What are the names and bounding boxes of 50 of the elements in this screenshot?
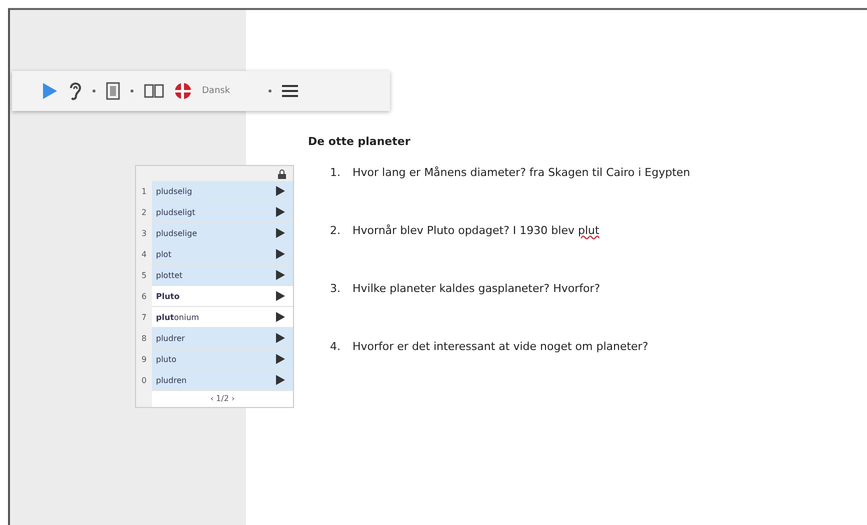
document-icon[interactable] bbox=[106, 82, 120, 100]
flag-icon[interactable] bbox=[174, 82, 192, 100]
play-icon[interactable] bbox=[276, 312, 285, 322]
question-text: Hvorfor er det interessant at vide noget om planeter? bbox=[352, 340, 648, 355]
menu-icon[interactable] bbox=[282, 84, 298, 98]
page-navigator[interactable]: ‹ 1/2 › bbox=[152, 391, 293, 407]
question-text: Hvor lang er Månens diameter? fra Skagen til Cairo i Egypten bbox=[352, 166, 690, 181]
shortcut-number: 4 bbox=[140, 249, 148, 261]
shortcut-number: 5 bbox=[140, 270, 148, 282]
language-label[interactable]: Dansk bbox=[202, 86, 258, 96]
shortcut-number: 7 bbox=[140, 312, 148, 324]
word-suggestion[interactable]: pludseligt bbox=[152, 202, 293, 223]
shortcut-number: 2 bbox=[140, 207, 148, 219]
list-number: 3. bbox=[330, 282, 340, 297]
book-icon[interactable] bbox=[144, 83, 164, 99]
word-suggestion[interactable]: plot bbox=[152, 244, 293, 265]
dropdown-icon[interactable] bbox=[268, 89, 272, 93]
shortcut-number: 1 bbox=[140, 186, 148, 198]
shortcut-number: 9 bbox=[140, 354, 148, 366]
dropdown-icon[interactable] bbox=[92, 89, 96, 93]
play-icon[interactable] bbox=[276, 375, 285, 385]
word-suggestion[interactable]: Pluto bbox=[152, 286, 293, 307]
play-icon[interactable] bbox=[276, 249, 285, 259]
shortcut-number: 3 bbox=[140, 228, 148, 240]
question-text: Hvornår blev Pluto opdaget? I 1930 blev plut bbox=[352, 224, 600, 239]
word-suggestion[interactable]: pludselig bbox=[152, 181, 293, 202]
word-suggestion[interactable]: pludselige bbox=[152, 223, 293, 244]
word-suggestion[interactable]: pludrer bbox=[152, 328, 293, 349]
play-icon[interactable] bbox=[276, 291, 285, 301]
ear-icon[interactable] bbox=[68, 81, 82, 101]
play-icon[interactable] bbox=[276, 186, 285, 196]
shortcut-number: 0 bbox=[140, 375, 148, 387]
play-icon[interactable] bbox=[276, 333, 285, 343]
word-suggestion[interactable]: pludren bbox=[152, 370, 293, 391]
play-icon[interactable] bbox=[276, 228, 285, 238]
play-icon[interactable] bbox=[276, 207, 285, 217]
word-suggestion[interactable]: pluto bbox=[152, 349, 293, 370]
question-text: Hvilke planeter kaldes gasplaneter? Hvorfor? bbox=[352, 282, 600, 297]
list-number: 1. bbox=[330, 166, 340, 181]
play-icon[interactable] bbox=[276, 354, 285, 364]
word-suggestion[interactable]: plutonium bbox=[152, 307, 293, 328]
list-number: 4. bbox=[330, 340, 340, 355]
shortcut-number: 8 bbox=[140, 333, 148, 345]
play-icon[interactable] bbox=[276, 270, 285, 280]
document-title: De otte planeter bbox=[308, 135, 412, 148]
dropdown-icon[interactable] bbox=[130, 89, 134, 93]
shortcut-number: 6 bbox=[140, 291, 148, 303]
word-suggestion[interactable]: plottet bbox=[152, 265, 293, 286]
lock-icon[interactable] bbox=[277, 168, 287, 178]
list-number: 2. bbox=[330, 224, 340, 239]
